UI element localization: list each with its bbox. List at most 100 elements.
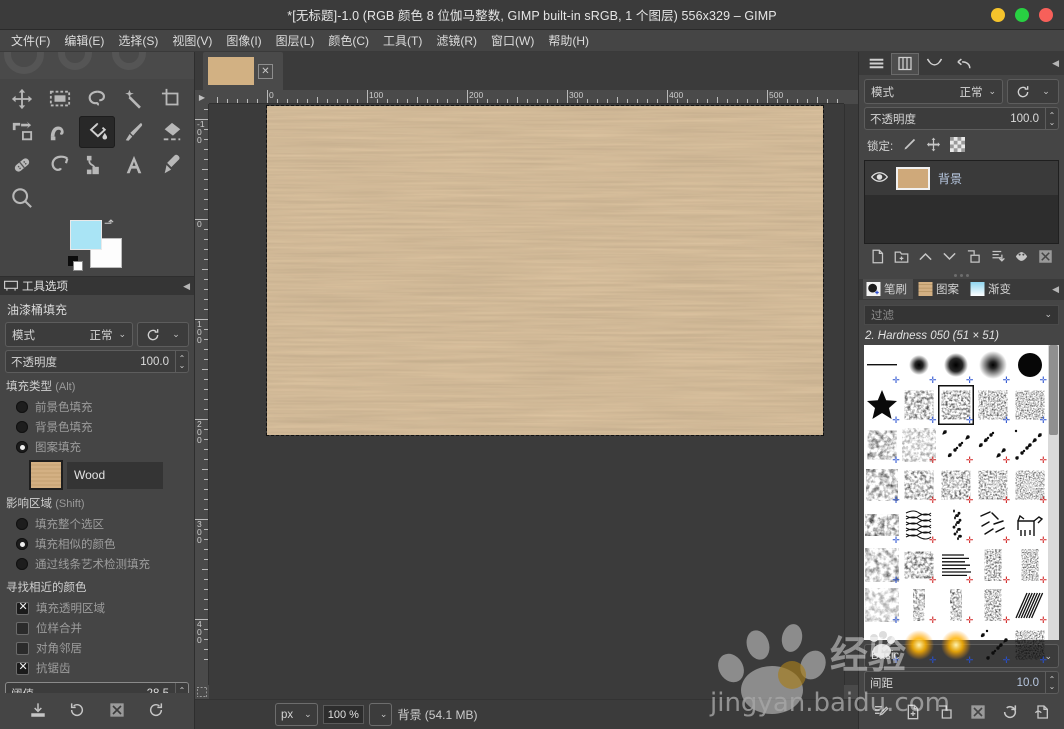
lower-layer-button[interactable] xyxy=(942,249,957,267)
brush-cell[interactable]: ✛ xyxy=(901,425,938,465)
brush-cell[interactable]: ✛ xyxy=(974,545,1011,585)
radio-pattern-fill[interactable]: 图案填充 xyxy=(5,437,189,457)
brush-cell[interactable]: ✛ xyxy=(938,585,975,625)
layer-mode-dropdown[interactable]: 模式 正常 ⌄ xyxy=(864,79,1003,105)
brush-cell[interactable]: ✛ xyxy=(974,505,1011,545)
brush-cell[interactable]: ✛ xyxy=(1011,545,1048,585)
checkbox-diagonal-neighbors[interactable]: 对角邻居 xyxy=(5,638,189,658)
menu-tools[interactable]: 工具(T) xyxy=(377,30,428,51)
brush-cell[interactable]: ✛ xyxy=(974,425,1011,465)
zoom-tool[interactable] xyxy=(4,182,40,214)
brush-cell[interactable]: ✛ xyxy=(1011,505,1048,545)
lock-position-icon[interactable] xyxy=(926,137,941,155)
checkbox-fill-transparent[interactable]: 填充透明区域 xyxy=(5,598,189,618)
menu-filters[interactable]: 滤镜(R) xyxy=(430,30,483,51)
open-brush-as-image-button[interactable] xyxy=(1034,704,1050,723)
brush-cell[interactable]: ✛ xyxy=(901,625,938,665)
chevron-down-icon[interactable]: ⌄ xyxy=(1044,309,1052,320)
image-layer-wood[interactable] xyxy=(266,105,824,436)
layer-name[interactable]: 背景 xyxy=(938,170,962,187)
opacity-stepper[interactable]: ⌃ ⌄ xyxy=(175,351,188,372)
collapse-dock-icon[interactable]: ◀ xyxy=(1052,58,1059,69)
reset-tool-options-button[interactable] xyxy=(148,702,164,721)
horizontal-scrollbar[interactable] xyxy=(209,685,844,699)
vertical-ruler[interactable]: -100 0 100 200 300 400 xyxy=(195,104,209,685)
move-tool[interactable] xyxy=(4,83,40,115)
lock-alpha-icon[interactable] xyxy=(950,137,966,155)
fuzzy-select-tool[interactable] xyxy=(116,83,152,115)
anchor-layer-button[interactable] xyxy=(990,249,1006,267)
brush-cell[interactable]: ✛ xyxy=(938,545,975,585)
zoom-dropdown[interactable]: ⌄ xyxy=(368,703,393,726)
bucket-fill-tool[interactable] xyxy=(78,116,116,148)
navigation-button[interactable] xyxy=(844,685,858,699)
brushes-tab[interactable]: 笔刷 xyxy=(863,279,913,300)
radio-fill-selection[interactable]: 填充整个选区 xyxy=(5,514,189,534)
free-select-tool[interactable] xyxy=(79,83,115,115)
delete-tool-preset-button[interactable] xyxy=(109,702,125,721)
checkbox-sample-merged[interactable]: 位样合并 xyxy=(5,618,189,638)
brush-cell[interactable]: ✛ xyxy=(938,505,975,545)
layer-opacity-slider[interactable]: 不透明度 100.0 ⌃ ⌄ xyxy=(864,107,1059,131)
heal-tool[interactable] xyxy=(4,149,40,181)
transform-tool[interactable] xyxy=(4,116,40,148)
collapse-dock-icon[interactable]: ◀ xyxy=(1052,284,1059,295)
rectangle-select-tool[interactable] xyxy=(41,83,77,115)
maximize-button[interactable] xyxy=(1015,8,1029,22)
brush-cell[interactable]: ✛ xyxy=(938,385,975,425)
gradients-tab[interactable]: 渐变 xyxy=(967,279,1017,299)
clone-tool[interactable] xyxy=(41,149,77,181)
dock-resize-grip[interactable] xyxy=(859,273,1064,280)
paintbrush-tool[interactable] xyxy=(116,116,152,148)
path-tool[interactable] xyxy=(79,149,115,181)
foreground-color-swatch[interactable] xyxy=(70,220,102,250)
radio-fg-fill[interactable]: 前景色填充 xyxy=(5,397,189,417)
brush-cell[interactable]: ✛ xyxy=(938,625,975,665)
brush-cell[interactable]: ✛ xyxy=(864,585,901,625)
layer-opacity-stepper[interactable]: ⌃ ⌄ xyxy=(1045,108,1058,130)
brush-filter-input[interactable]: 过滤 ⌄ xyxy=(864,304,1059,326)
brush-cell[interactable]: ✛ xyxy=(974,585,1011,625)
layers-tab[interactable] xyxy=(862,53,890,75)
color-picker-tool[interactable] xyxy=(154,149,190,181)
undo-history-tab[interactable] xyxy=(949,53,977,75)
brush-spacing-slider[interactable]: 间距 10.0 ⌃ ⌄ xyxy=(864,671,1059,695)
merge-layer-button[interactable] xyxy=(1014,249,1029,267)
menu-view[interactable]: 视图(V) xyxy=(166,30,218,51)
brush-cell[interactable]: ✛ xyxy=(974,625,1011,665)
lock-pixels-icon[interactable] xyxy=(902,137,917,155)
swap-colors-icon[interactable]: ⬏ xyxy=(104,216,114,230)
quick-mask-toggle[interactable] xyxy=(195,685,209,699)
new-brush-button[interactable] xyxy=(905,704,921,723)
layer-row-background[interactable]: 背景 xyxy=(865,161,1058,196)
brush-cell[interactable]: ✛ xyxy=(974,345,1011,385)
brush-cell[interactable]: ✛ xyxy=(864,425,901,465)
brush-grid-scrollbar[interactable] xyxy=(1048,345,1059,641)
minimize-button[interactable] xyxy=(991,8,1005,22)
restore-tool-preset-button[interactable] xyxy=(69,702,85,721)
brush-cell[interactable]: ✛ xyxy=(901,465,938,505)
brush-cell[interactable]: ✛ xyxy=(1011,465,1048,505)
brush-cell[interactable]: ✛ xyxy=(864,625,901,665)
image-canvas[interactable] xyxy=(209,104,844,685)
radio-bg-fill[interactable]: 背景色填充 xyxy=(5,417,189,437)
pattern-name[interactable]: Wood xyxy=(67,461,163,489)
layer-mode-reset-button[interactable]: ⌄ xyxy=(1007,79,1059,105)
tool-options-tab[interactable]: 工具选项 ◀ xyxy=(0,276,194,295)
patterns-tab[interactable]: 图案 xyxy=(915,279,965,299)
brush-cell[interactable]: ✛ xyxy=(901,385,938,425)
paths-tab[interactable] xyxy=(920,53,948,75)
brush-cell[interactable]: ✛ xyxy=(901,585,938,625)
radio-fill-line-art[interactable]: 通过线条艺术检测填充 xyxy=(5,554,189,574)
brush-cell[interactable]: ✛ xyxy=(901,505,938,545)
brush-cell[interactable]: ✛ xyxy=(901,345,938,385)
brush-cell[interactable]: ✛ xyxy=(1011,425,1048,465)
brush-cell[interactable]: ✛ xyxy=(864,505,901,545)
brush-cell[interactable]: ✛ xyxy=(1011,625,1048,665)
brush-cell[interactable]: ✛ xyxy=(864,465,901,505)
zoom-field[interactable]: 100 % xyxy=(322,705,364,724)
radio-fill-similar[interactable]: 填充相似的颜色 xyxy=(5,534,189,554)
mode-dropdown[interactable]: 模式 正常 ⌄ xyxy=(5,322,133,347)
smudge-tool[interactable] xyxy=(41,116,77,148)
text-tool[interactable] xyxy=(116,149,152,181)
